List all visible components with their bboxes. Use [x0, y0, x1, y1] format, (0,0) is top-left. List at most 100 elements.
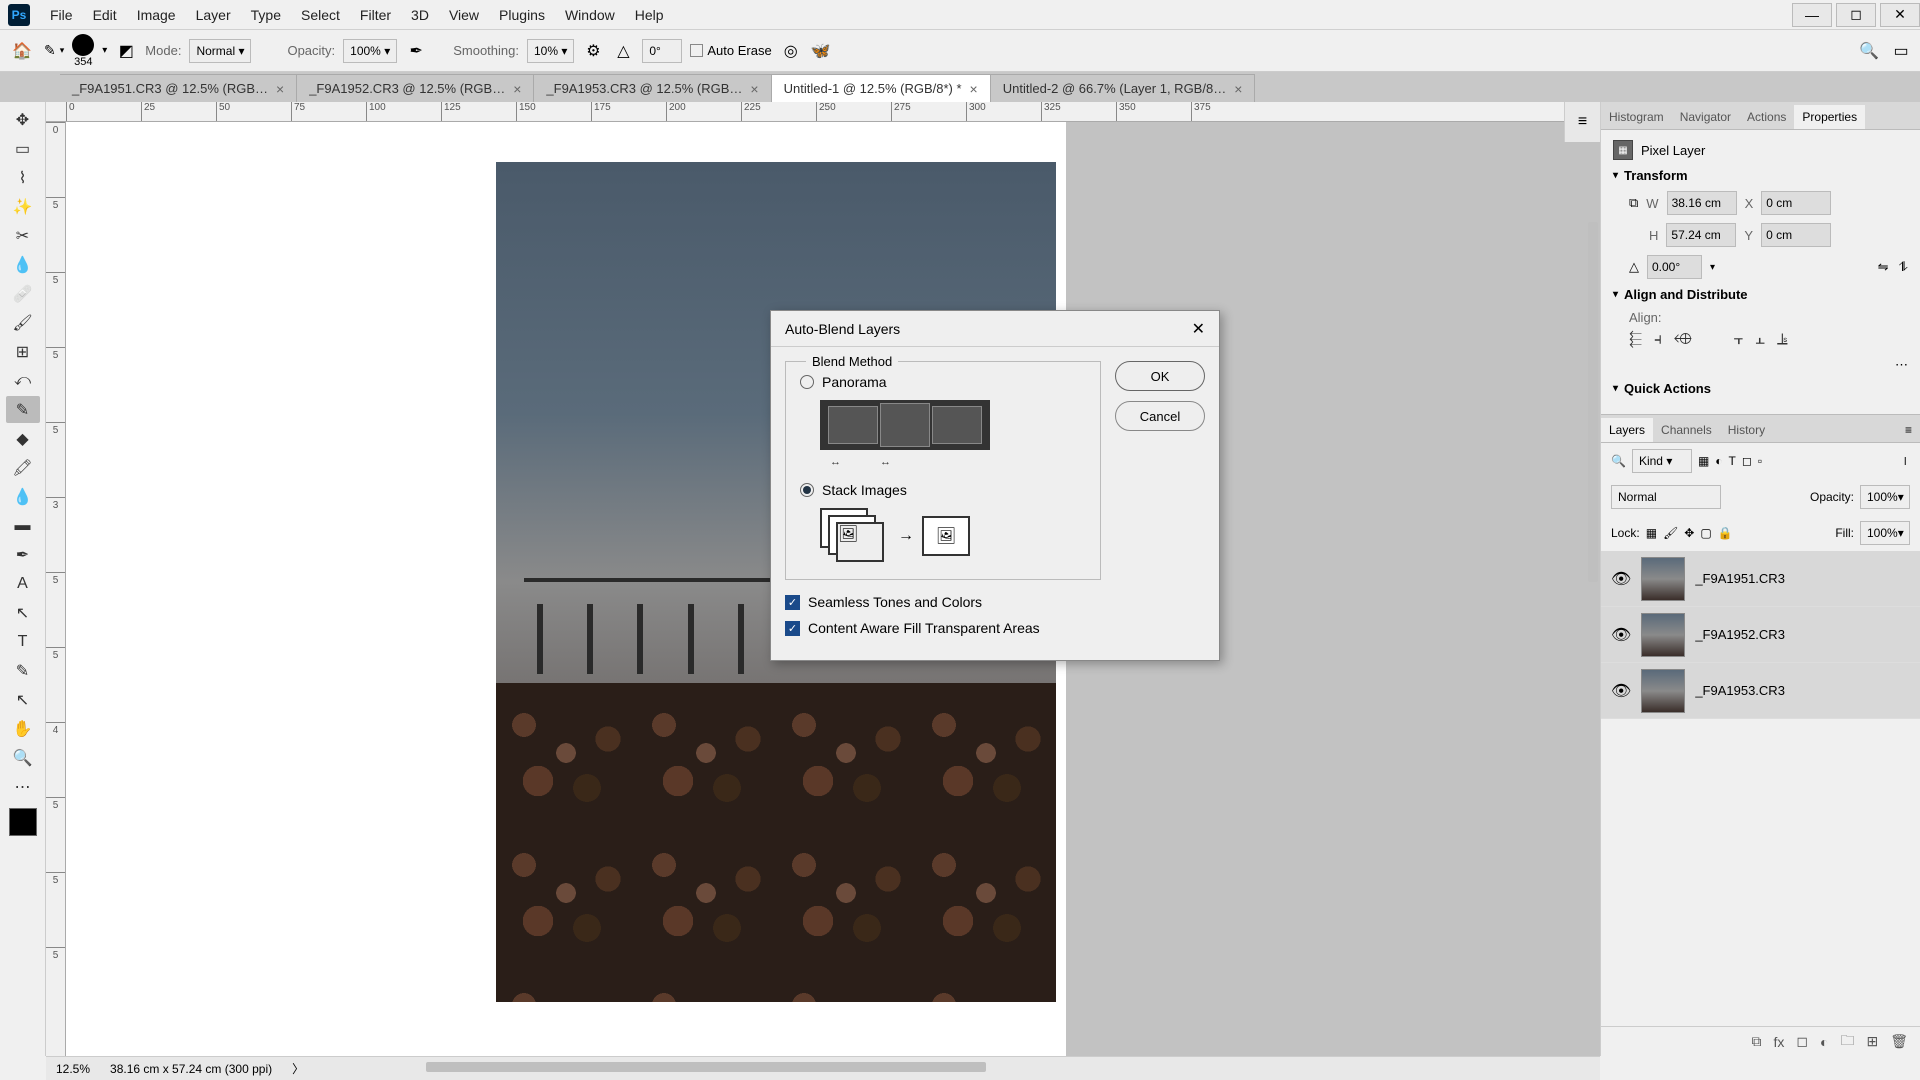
more-align-icon[interactable]: ⋯ — [1629, 357, 1908, 373]
doc-dimensions[interactable]: 38.16 cm x 57.24 cm (300 ppi) — [110, 1062, 272, 1076]
tab-close-icon[interactable]: × — [276, 81, 284, 97]
maximize-button[interactable]: ◻ — [1836, 3, 1876, 27]
blur-tool[interactable]: 💧 — [6, 483, 40, 510]
tab-close-icon[interactable]: × — [970, 81, 978, 97]
hand-tool[interactable]: ✋ — [6, 715, 40, 742]
visibility-icon[interactable]: 👁 — [1611, 569, 1631, 589]
panel-menu-icon[interactable]: ≡ — [1897, 418, 1920, 442]
menu-view[interactable]: View — [439, 3, 489, 27]
workspace-icon[interactable]: ▭ — [1890, 40, 1912, 62]
group-icon[interactable]: 🗀 — [1840, 1030, 1854, 1054]
tab-close-icon[interactable]: × — [513, 81, 521, 97]
lock-trans-icon[interactable]: ▦ — [1646, 526, 1657, 540]
shape-tool[interactable]: ✎ — [6, 657, 40, 684]
angle-field[interactable]: 0.00° — [1647, 255, 1702, 279]
menu-select[interactable]: Select — [291, 3, 350, 27]
symmetry-target-icon[interactable]: ◎ — [780, 40, 802, 62]
autoerase-check[interactable]: Auto Erase — [690, 43, 771, 58]
menu-type[interactable]: Type — [241, 3, 291, 27]
layer-name[interactable]: _F9A1952.CR3 — [1695, 627, 1785, 642]
lock-pos-icon[interactable]: ✥ — [1684, 526, 1694, 540]
filter-type-icon[interactable]: T — [1729, 454, 1736, 468]
document-tab-3[interactable]: Untitled-1 @ 12.5% (RGB/8*) *× — [772, 74, 991, 102]
stack-radio[interactable]: Stack Images — [800, 482, 1086, 498]
link-layers-icon[interactable]: ⧉ — [1752, 1033, 1762, 1050]
menu-edit[interactable]: Edit — [83, 3, 127, 27]
marquee-tool[interactable]: ▭ — [6, 135, 40, 162]
layer-fill-combo[interactable]: 100%▾ — [1860, 521, 1910, 545]
tab-close-icon[interactable]: × — [750, 81, 758, 97]
status-chevron-icon[interactable]: 〉 — [292, 1060, 304, 1077]
align-hcenter-icon[interactable]: ⫞ — [1654, 331, 1662, 349]
minimize-button[interactable]: — — [1792, 3, 1832, 27]
eraser-tool[interactable]: ◆ — [6, 425, 40, 452]
blend-mode-combo[interactable]: Normal — [1611, 485, 1721, 509]
ruler-vertical[interactable]: 055553554555 — [46, 122, 66, 1056]
type-tool[interactable]: A — [6, 570, 40, 597]
gradient-tool[interactable]: 🖍 — [6, 454, 40, 481]
tab-close-icon[interactable]: × — [1234, 81, 1242, 97]
layer-row[interactable]: 👁 _F9A1951.CR3 — [1601, 551, 1920, 607]
height-field[interactable]: 57.24 cm — [1666, 223, 1736, 247]
history-tool[interactable]: ⤺ — [6, 367, 40, 394]
rect-tool[interactable]: ▬ — [6, 512, 40, 539]
align-vcenter-icon[interactable]: ⫠ — [1755, 331, 1765, 349]
tab-history[interactable]: History — [1720, 418, 1773, 442]
visibility-icon[interactable]: 👁 — [1611, 625, 1631, 645]
filter-smart-icon[interactable]: ▫ — [1758, 454, 1762, 468]
align-right-icon[interactable]: ⬲ — [1674, 331, 1692, 349]
seamless-check[interactable]: ✓ Seamless Tones and Colors — [785, 594, 1101, 610]
pencil-tool[interactable]: ✎ — [6, 396, 40, 423]
arrow-tool[interactable]: ↖ — [6, 686, 40, 713]
close-button[interactable]: ✕ — [1880, 3, 1920, 27]
direct-tool[interactable]: T — [6, 628, 40, 655]
dialog-close-icon[interactable]: ✕ — [1192, 319, 1205, 339]
caf-check[interactable]: ✓ Content Aware Fill Transparent Areas — [785, 620, 1101, 636]
quick-actions-section[interactable]: ▾Quick Actions — [1613, 381, 1908, 396]
mask-icon[interactable]: ◻ — [1796, 1033, 1808, 1050]
vertical-scrollbar[interactable] — [1588, 222, 1598, 582]
x-field[interactable]: 0 cm — [1761, 191, 1831, 215]
filter-toggle-icon[interactable]: ⏽ — [1901, 454, 1911, 469]
ruler-horizontal[interactable]: 0255075100125150175200225250275300325350… — [46, 102, 1600, 122]
smoothing-combo[interactable]: 10% ▾ — [527, 39, 574, 63]
more-tools[interactable]: ⋯ — [6, 773, 40, 800]
flip-v-icon[interactable]: ⥮ — [1899, 259, 1908, 275]
layer-thumb[interactable] — [1641, 669, 1685, 713]
ok-button[interactable]: OK — [1115, 361, 1205, 391]
move-tool[interactable]: ✥ — [6, 106, 40, 133]
lasso-tool[interactable]: ⌇ — [6, 164, 40, 191]
foreground-color[interactable] — [9, 808, 37, 836]
layer-row[interactable]: 👁 _F9A1952.CR3 — [1601, 607, 1920, 663]
fx-icon[interactable]: fx — [1774, 1034, 1785, 1050]
menu-3d[interactable]: 3D — [401, 3, 439, 27]
tab-histogram[interactable]: Histogram — [1601, 105, 1672, 129]
pressure-icon[interactable]: ✒ — [405, 40, 427, 62]
filter-search-icon[interactable]: 🔍 — [1611, 454, 1626, 468]
eyedropper-tool[interactable]: 💧 — [6, 251, 40, 278]
wand-tool[interactable]: ✨ — [6, 193, 40, 220]
align-top-icon[interactable]: ⫟ — [1734, 331, 1744, 349]
lock-all-icon[interactable]: 🔒 — [1718, 526, 1733, 540]
document-tab-1[interactable]: _F9A1952.CR3 @ 12.5% (RGB…× — [297, 74, 534, 102]
zoom-tool[interactable]: 🔍 — [6, 744, 40, 771]
zoom-level[interactable]: 12.5% — [56, 1062, 90, 1076]
lock-paint-icon[interactable]: 🖌 — [1663, 526, 1678, 540]
y-field[interactable]: 0 cm — [1761, 223, 1831, 247]
lock-nest-icon[interactable]: ▢ — [1700, 526, 1711, 540]
panorama-radio[interactable]: Panorama — [800, 374, 1086, 390]
menu-file[interactable]: File — [40, 3, 83, 27]
path-tool[interactable]: ↖ — [6, 599, 40, 626]
brush-preset[interactable]: 354 — [72, 34, 94, 68]
align-bottom-icon[interactable]: ⫡ — [1777, 331, 1788, 349]
layer-name[interactable]: _F9A1953.CR3 — [1695, 683, 1785, 698]
tab-properties[interactable]: Properties — [1794, 105, 1865, 129]
search-icon[interactable]: 🔍 — [1858, 40, 1880, 62]
menu-filter[interactable]: Filter — [350, 3, 401, 27]
angle-field[interactable]: 0° — [642, 39, 682, 63]
tab-actions[interactable]: Actions — [1739, 105, 1794, 129]
brush-picker[interactable]: ✎▾ — [44, 42, 64, 59]
home-icon[interactable]: 🏠 — [8, 37, 36, 65]
tab-navigator[interactable]: Navigator — [1672, 105, 1739, 129]
new-layer-icon[interactable]: ⊞ — [1866, 1033, 1878, 1050]
